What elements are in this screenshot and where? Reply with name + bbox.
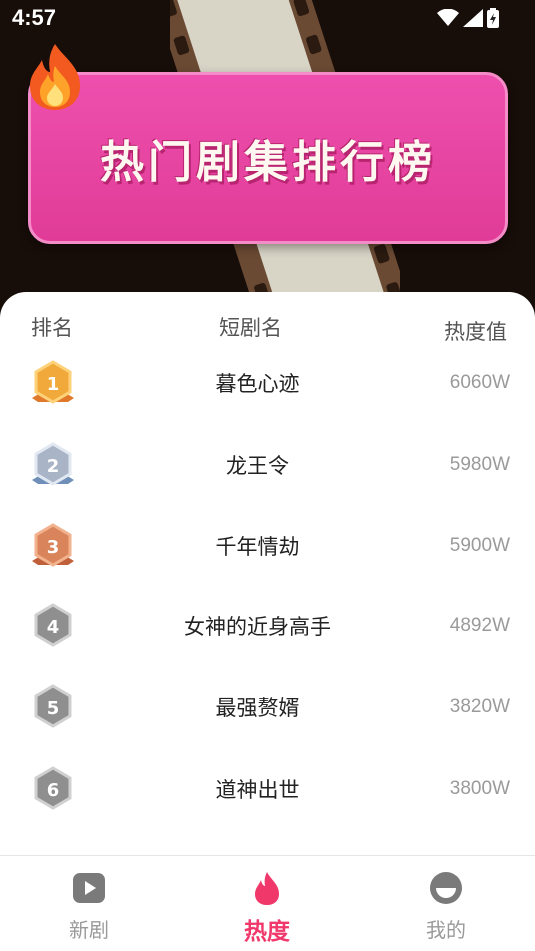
rank-number: 4	[47, 617, 60, 638]
rank-badge-icon: 1	[28, 358, 78, 410]
rank-badge-icon: 2	[28, 440, 78, 492]
play-icon	[73, 873, 105, 903]
ranking-row[interactable]: 5 最强赘婿 3820W	[0, 682, 535, 762]
drama-title: 龙王令	[226, 454, 289, 478]
status-time: 4:57	[12, 5, 57, 30]
heat-value: 3820W	[449, 696, 510, 717]
drama-title: 女神的近身高手	[184, 615, 331, 639]
rank-badge-icon: 6	[28, 764, 78, 816]
tab-label-mine: 我的	[426, 918, 466, 942]
ranking-panel: 排名 短剧名 热度值 1 暮色心迹 6060W 2 龙王令 5980W 3 千年情劫…	[0, 292, 535, 857]
ranking-row[interactable]: 2 龙王令 5980W	[0, 440, 535, 520]
banner-title: 热门剧集排行榜	[100, 137, 436, 188]
heat-value: 5980W	[449, 454, 510, 475]
ranking-row[interactable]: 1 暮色心迹 6060W	[0, 358, 535, 438]
rank-number: 5	[47, 698, 60, 719]
tab-new-drama[interactable]: 新剧	[24, 856, 154, 951]
rank-number: 3	[47, 537, 60, 558]
bottom-tab-bar: 新剧 热度 我的	[0, 855, 535, 951]
ranking-row[interactable]: 3 千年情劫 5900W	[0, 521, 535, 601]
header-rank: 排名	[31, 316, 73, 340]
tab-mine[interactable]: 我的	[381, 856, 511, 951]
rank-number: 1	[47, 374, 60, 395]
heat-value: 3800W	[449, 778, 510, 799]
ranking-row[interactable]: 4 女神的近身高手 4892W	[0, 601, 535, 681]
heat-value: 6060W	[449, 372, 510, 393]
ranking-row[interactable]: 6 道神出世 3800W	[0, 764, 535, 844]
rank-number: 2	[47, 456, 60, 477]
hero-header: 热门剧集排行榜	[0, 0, 535, 320]
ranking-banner: 热门剧集排行榜	[28, 72, 508, 244]
status-bar: 4:57	[0, 0, 535, 38]
rank-number: 6	[47, 780, 60, 801]
battery-icon	[487, 8, 499, 28]
rank-badge-icon: 5	[28, 682, 78, 734]
profile-icon	[430, 872, 462, 904]
drama-title: 道神出世	[215, 778, 300, 802]
status-icons	[437, 8, 499, 28]
header-name: 短剧名	[219, 316, 282, 340]
tab-label-new-drama: 新剧	[69, 918, 109, 942]
header-heat: 热度值	[444, 320, 507, 344]
drama-title: 暮色心迹	[215, 372, 300, 396]
drama-title: 千年情劫	[215, 535, 300, 559]
tab-heat[interactable]: 热度	[202, 856, 332, 951]
signal-icon	[463, 9, 483, 27]
rank-badge-icon: 4	[28, 601, 78, 653]
heat-value: 4892W	[449, 615, 510, 636]
drama-title: 最强赘婿	[215, 696, 300, 720]
rank-badge-icon: 3	[28, 521, 78, 573]
flame-icon	[255, 872, 279, 905]
wifi-icon	[437, 9, 459, 26]
heat-value: 5900W	[449, 535, 510, 556]
fire-icon	[30, 44, 80, 110]
tab-label-heat: 热度	[244, 919, 290, 945]
